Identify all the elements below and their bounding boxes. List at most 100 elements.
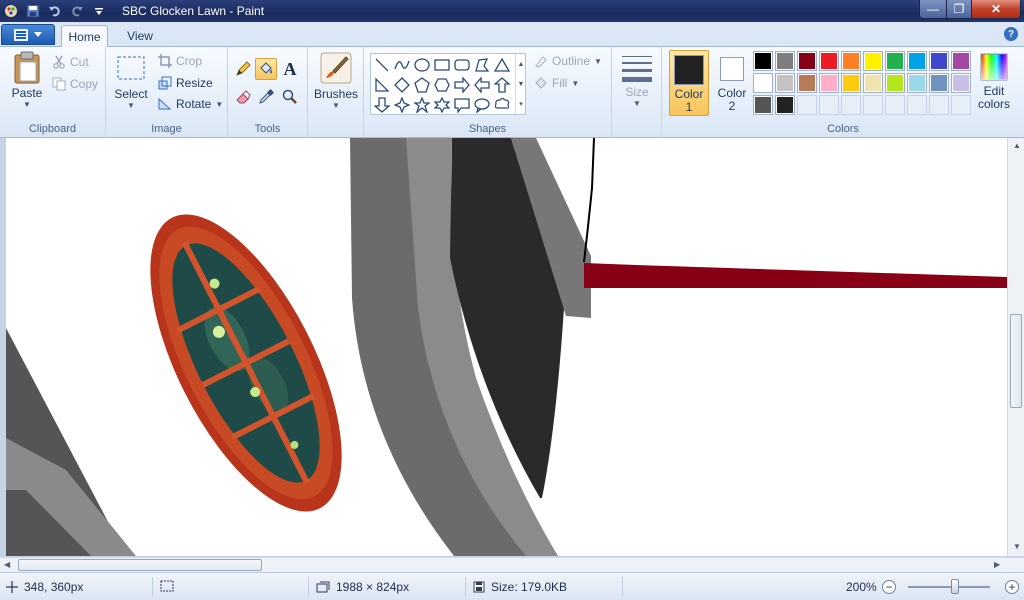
palette-empty-slot[interactable] — [907, 95, 927, 115]
five-point-star-shape[interactable] — [412, 95, 432, 115]
eraser-tool[interactable] — [232, 86, 254, 108]
scroll-down-arrow[interactable]: ▼ — [1013, 542, 1021, 551]
palette-swatch[interactable] — [775, 95, 795, 115]
crop-button[interactable]: Crop — [158, 51, 202, 71]
rotate-button[interactable]: Rotate ▼ — [158, 94, 223, 114]
oval-callout-shape[interactable] — [472, 95, 492, 115]
palette-swatch[interactable] — [951, 73, 971, 93]
rounded-rectangle-shape[interactable] — [452, 55, 472, 75]
close-button[interactable]: ✕ — [971, 0, 1021, 19]
line-shape[interactable] — [372, 55, 392, 75]
cut-button[interactable]: Cut — [52, 52, 89, 72]
help-icon[interactable]: ? — [1004, 27, 1018, 41]
paste-button[interactable]: Paste ▼ — [8, 51, 46, 109]
save-icon[interactable] — [24, 2, 42, 20]
paint-menu-button[interactable] — [1, 24, 55, 45]
paint-app-icon[interactable] — [2, 2, 20, 20]
up-arrow-shape[interactable] — [492, 75, 512, 95]
cloud-callout-shape[interactable] — [492, 95, 512, 115]
tab-home[interactable]: Home — [61, 25, 108, 47]
palette-swatch[interactable] — [841, 73, 861, 93]
palette-swatch[interactable] — [775, 73, 795, 93]
palette-swatch[interactable] — [929, 51, 949, 71]
edit-colors-button[interactable]: Edit colors — [976, 53, 1012, 111]
color-2-button[interactable]: Color 2 — [712, 50, 752, 114]
oval-shape[interactable] — [412, 55, 432, 75]
right-triangle-shape[interactable] — [372, 75, 392, 95]
right-arrow-shape[interactable] — [452, 75, 472, 95]
select-button[interactable]: Select ▼ — [114, 55, 148, 110]
palette-empty-slot[interactable] — [797, 95, 817, 115]
palette-swatch[interactable] — [819, 51, 839, 71]
shapes-scroll-up[interactable]: ▲ — [515, 54, 526, 74]
zoom-out-button[interactable]: − — [882, 580, 896, 594]
size-button[interactable]: Size ▼ — [618, 53, 656, 108]
redo-icon[interactable] — [68, 2, 86, 20]
polygon-shape[interactable] — [472, 55, 492, 75]
palette-swatch[interactable] — [885, 73, 905, 93]
color-1-button[interactable]: Color 1 — [669, 50, 709, 116]
outline-button[interactable]: Outline ▼ — [534, 51, 602, 71]
left-arrow-shape[interactable] — [472, 75, 492, 95]
fill-tool[interactable] — [255, 58, 277, 80]
palette-empty-slot[interactable] — [841, 95, 861, 115]
palette-swatch[interactable] — [885, 51, 905, 71]
scroll-right-arrow[interactable]: ▶ — [994, 560, 1000, 569]
palette-swatch[interactable] — [753, 73, 773, 93]
color-picker-tool[interactable] — [255, 86, 277, 108]
tab-view[interactable]: View — [118, 25, 162, 47]
palette-empty-slot[interactable] — [929, 95, 949, 115]
curve-shape[interactable] — [392, 55, 412, 75]
undo-icon[interactable] — [46, 2, 64, 20]
drawing-canvas[interactable] — [6, 138, 1007, 556]
palette-swatch[interactable] — [753, 95, 773, 115]
brushes-button[interactable]: Brushes ▼ — [314, 52, 358, 110]
text-tool[interactable]: A — [279, 58, 301, 80]
palette-empty-slot[interactable] — [885, 95, 905, 115]
customize-qat-icon[interactable] — [90, 2, 108, 20]
palette-swatch[interactable] — [819, 73, 839, 93]
zoom-slider-thumb[interactable] — [951, 579, 959, 594]
hexagon-shape[interactable] — [432, 75, 452, 95]
shapes-scroll-down[interactable]: ▼ — [515, 74, 526, 94]
rectangular-callout-shape[interactable] — [452, 95, 472, 115]
six-point-star-shape[interactable] — [432, 95, 452, 115]
zoom-slider-track[interactable] — [908, 586, 990, 588]
palette-swatch[interactable] — [775, 51, 795, 71]
status-divider — [465, 577, 466, 597]
zoom-in-button[interactable]: + — [1005, 580, 1019, 594]
palette-empty-slot[interactable] — [863, 95, 883, 115]
palette-swatch[interactable] — [863, 51, 883, 71]
palette-swatch[interactable] — [841, 51, 861, 71]
maximize-button[interactable]: ❐ — [946, 0, 972, 19]
palette-swatch[interactable] — [797, 73, 817, 93]
scroll-up-arrow[interactable]: ▲ — [1013, 141, 1021, 150]
vertical-scrollbar[interactable]: ▲ ▼ — [1007, 138, 1024, 556]
palette-swatch[interactable] — [929, 73, 949, 93]
resize-button[interactable]: Resize — [158, 73, 213, 93]
palette-swatch[interactable] — [797, 51, 817, 71]
diamond-shape[interactable] — [392, 75, 412, 95]
palette-swatch[interactable] — [907, 51, 927, 71]
horizontal-scroll-thumb[interactable] — [18, 559, 262, 571]
down-arrow-shape[interactable] — [372, 95, 392, 115]
pencil-tool[interactable] — [232, 58, 254, 80]
palette-empty-slot[interactable] — [951, 95, 971, 115]
scroll-left-arrow[interactable]: ◀ — [4, 560, 10, 569]
shapes-more[interactable]: ▾ — [515, 94, 526, 114]
palette-swatch[interactable] — [863, 73, 883, 93]
palette-swatch[interactable] — [951, 51, 971, 71]
fill-button[interactable]: Fill ▼ — [534, 73, 579, 93]
horizontal-scrollbar[interactable]: ◀ ▶ — [0, 557, 1024, 572]
magnifier-tool[interactable] — [279, 86, 301, 108]
minimize-button[interactable]: — — [919, 0, 947, 19]
triangle-shape[interactable] — [492, 55, 512, 75]
four-point-star-shape[interactable] — [392, 95, 412, 115]
palette-empty-slot[interactable] — [819, 95, 839, 115]
vertical-scroll-thumb[interactable] — [1010, 314, 1022, 408]
rectangle-shape[interactable] — [432, 55, 452, 75]
palette-swatch[interactable] — [753, 51, 773, 71]
pentagon-shape[interactable] — [412, 75, 432, 95]
palette-swatch[interactable] — [907, 73, 927, 93]
copy-button[interactable]: Copy — [52, 74, 98, 94]
